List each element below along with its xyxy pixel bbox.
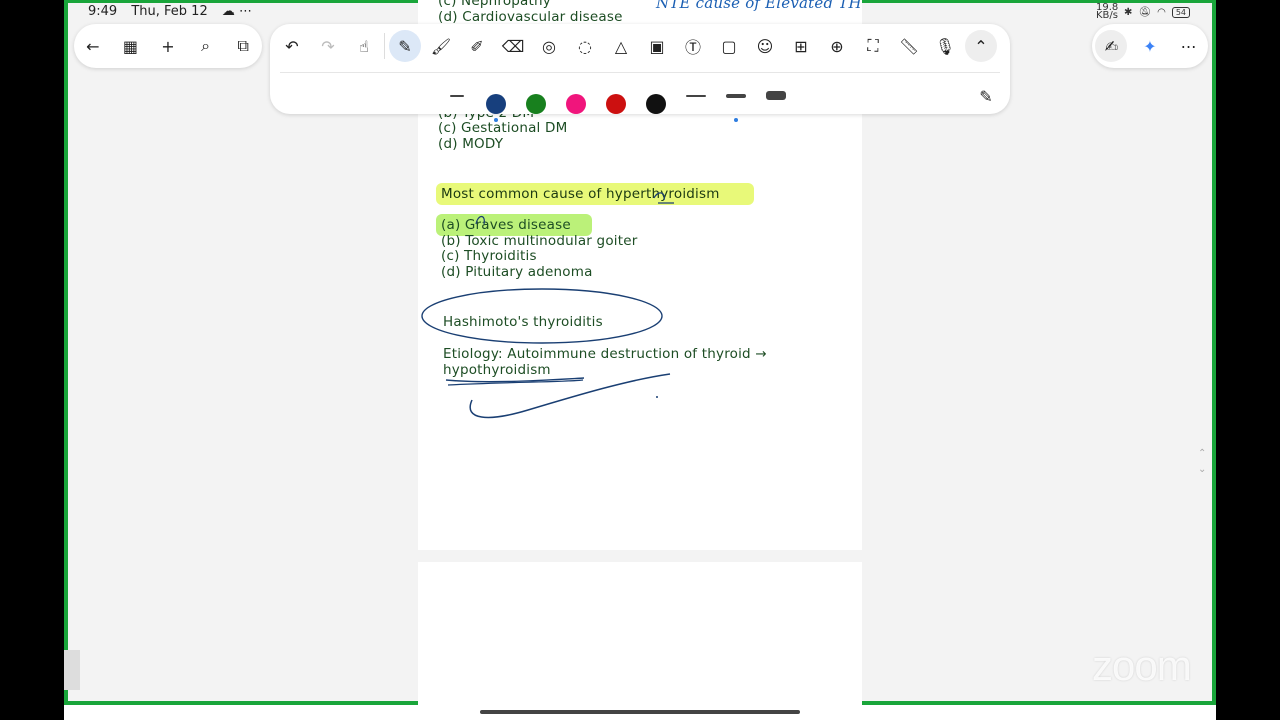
toolbar-divider xyxy=(280,72,1000,73)
stroke-thick-option[interactable] xyxy=(766,91,786,100)
option: (d) Pituitary adenoma xyxy=(441,264,593,280)
color-pink[interactable] xyxy=(566,94,586,114)
note-line: (c) Nephropathy xyxy=(438,0,551,9)
stroke-thin-option[interactable] xyxy=(686,95,706,97)
scroll-arrows-icon[interactable]: ⌃ ⌄ xyxy=(1198,446,1206,478)
status-date: Thu, Feb 12 xyxy=(131,4,208,19)
shape-icon[interactable]: ◎ xyxy=(533,30,565,62)
lasso-icon[interactable]: ◌ xyxy=(569,30,601,62)
shapes-icon[interactable]: △ xyxy=(605,30,637,62)
sticky-note-icon[interactable]: ▢ xyxy=(713,30,745,62)
status-bar: 9:49 Thu, Feb 12 ☁ ⋯ xyxy=(88,4,262,19)
option: (b) Toxic multinodular goiter xyxy=(441,233,638,249)
ai-sparkle-icon[interactable]: ✦ xyxy=(1134,30,1166,62)
ink-underline xyxy=(447,379,584,386)
cloud-icon: ☁ ⋯ xyxy=(221,4,252,19)
toolbar-divider xyxy=(384,33,385,59)
color-green[interactable] xyxy=(526,94,546,114)
back-icon[interactable]: ← xyxy=(77,30,109,62)
home-indicator[interactable] xyxy=(480,710,800,714)
undo-icon[interactable]: ↶ xyxy=(276,30,308,62)
text-box-icon[interactable]: Ⓣ xyxy=(677,30,709,62)
chart-icon[interactable]: ⛶ xyxy=(857,30,889,62)
status-time: 9:49 xyxy=(88,4,118,19)
pen-icon[interactable]: ✎ xyxy=(389,30,421,62)
side-panel-handle[interactable] xyxy=(64,650,80,690)
note-line: (d) Cardiovascular disease xyxy=(438,9,623,25)
ink-underline xyxy=(445,377,585,383)
option: (d) MODY xyxy=(438,136,504,152)
topic-heading: Hashimoto's thyroiditis xyxy=(443,314,603,330)
handwritten-note: NTE cause of Elevated TH xyxy=(656,0,862,12)
color-red[interactable] xyxy=(606,94,626,114)
color-navy[interactable] xyxy=(486,94,506,114)
sticker-icon[interactable]: ☺ xyxy=(749,30,781,62)
stroke-thin-option[interactable] xyxy=(450,95,464,97)
redo-icon[interactable]: ↷ xyxy=(312,30,344,62)
navigation-toolbar: ← ▦ + ⌕ ⧉ xyxy=(74,24,262,68)
pen-options: ✎ xyxy=(270,87,1010,136)
grid-icon[interactable]: ▦ xyxy=(114,30,146,62)
drawing-toolbar: ↶ ↷ ☝ ✎ 🖌︎ ✐ ⌫ ◎ ◌ △ ▣ Ⓣ ▢ ☺ ⊞ ⊕ ⛶ 📏︎ 🎙︎… xyxy=(270,24,1010,122)
mic-icon[interactable]: 🎙︎ xyxy=(929,30,961,62)
pen-mode-icon[interactable]: ✍ xyxy=(1095,30,1128,62)
wifi-icon: ◠ xyxy=(1157,6,1166,18)
zoom-icon[interactable]: ⊕ xyxy=(821,30,853,62)
extras-toolbar: ✍ ✦ ⋯ xyxy=(1092,24,1208,68)
select-icon[interactable]: ☝ xyxy=(348,30,380,62)
option: (c) Thyroiditis xyxy=(441,248,537,264)
ink-swoosh xyxy=(469,373,671,419)
status-icons: 19.8 KB/s ✱ 🔕︎ ◠ 54 xyxy=(1095,2,1190,21)
ruler-icon[interactable]: 📏︎ xyxy=(893,30,925,62)
selected-width-dot xyxy=(734,118,738,122)
search-icon[interactable]: ⌕ xyxy=(190,30,222,62)
question: Most common cause of hyperthyroidism xyxy=(441,186,720,202)
zoom-watermark: zoom xyxy=(1092,642,1192,689)
etiology-text: Etiology: Autoimmune destruction of thyr… xyxy=(443,346,767,362)
stroke-medium-option[interactable] xyxy=(726,94,746,98)
pen-settings-icon[interactable]: ✎ xyxy=(970,80,1002,112)
image-icon[interactable]: ▣ xyxy=(641,30,673,62)
mute-icon: 🔕︎ xyxy=(1138,6,1152,18)
bluetooth-icon: ✱ xyxy=(1123,6,1133,18)
net-speed: 19.8 KB/s xyxy=(1095,2,1119,21)
color-black[interactable] xyxy=(646,94,666,114)
option-correct: (a) Graves disease xyxy=(441,217,571,233)
more-options-icon[interactable]: ⋯ xyxy=(1173,30,1205,62)
selected-color-dot xyxy=(494,118,498,122)
etiology-text: hypothyroidism xyxy=(443,362,551,378)
highlighter-icon[interactable]: ✐ xyxy=(461,30,493,62)
eraser-icon[interactable]: ⌫ xyxy=(497,30,529,62)
brush-icon[interactable]: 🖌︎ xyxy=(425,30,457,62)
table-icon[interactable]: ⊞ xyxy=(785,30,817,62)
collapse-icon[interactable]: ⌃ xyxy=(965,30,997,62)
pages-icon[interactable]: ⧉ xyxy=(227,30,259,62)
add-icon[interactable]: + xyxy=(152,30,184,62)
battery-indicator: 54 xyxy=(1171,6,1190,18)
note-page-next[interactable] xyxy=(418,562,862,705)
